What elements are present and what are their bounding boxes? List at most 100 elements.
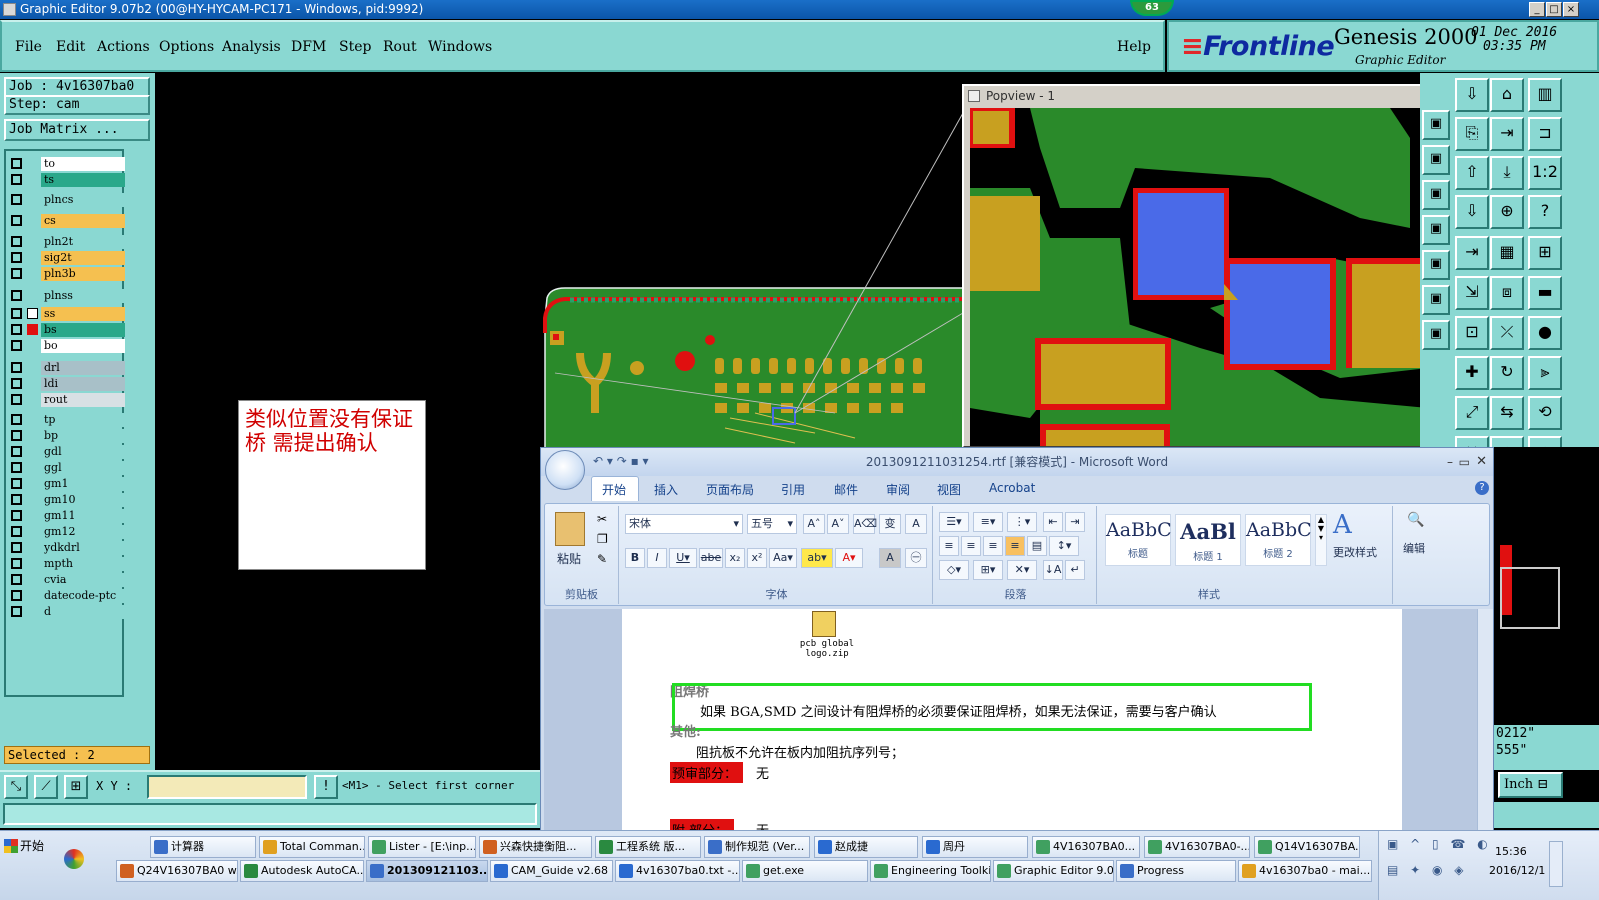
layer-checkbox[interactable] [11, 236, 22, 247]
font-name-select[interactable]: 宋体 ▾ [625, 514, 743, 534]
ribbon-tab-4[interactable]: 邮件 [834, 481, 858, 498]
ribbon-tab-1[interactable]: 插入 [654, 481, 678, 498]
affected-arrow-icon[interactable] [27, 308, 38, 319]
layer-row-plncs[interactable]: plncs [9, 193, 125, 207]
tool-button-icon[interactable]: ? [1528, 195, 1562, 229]
char-shading-icon[interactable]: A [879, 548, 901, 568]
tool-button-icon[interactable]: ⇆ [1490, 396, 1524, 430]
taskbar-item[interactable]: Graphic Editor 9.0... [993, 860, 1114, 882]
measure-icon[interactable]: ⟋ [34, 775, 58, 799]
phonetic-icon[interactable]: 变 [879, 514, 901, 534]
layer-name[interactable]: sig2t [41, 251, 125, 265]
superscript-icon[interactable]: x² [747, 548, 767, 568]
tool-button-icon[interactable]: ⌂ [1490, 78, 1524, 112]
tool-button-icon[interactable]: ⟲ [1528, 396, 1562, 430]
layer-checkbox[interactable] [11, 215, 22, 226]
change-styles-label[interactable]: 更改样式 [1333, 544, 1377, 560]
minimize-icon[interactable]: – [1447, 448, 1453, 476]
change-styles-icon[interactable]: A [1333, 510, 1352, 540]
borders-icon[interactable]: ⊞▾ [973, 560, 1003, 580]
taskbar-item[interactable]: 赵成捷 [814, 836, 918, 858]
shrink-font-icon[interactable]: A˅ [827, 514, 849, 534]
menu-analysis[interactable]: Analysis [222, 39, 281, 55]
taskbar-item[interactable]: 4v16307ba0 - mai... [1238, 860, 1372, 882]
show-marks-icon[interactable]: ↵ [1065, 560, 1085, 580]
layer-name[interactable]: bo [41, 339, 125, 353]
layer-checkbox[interactable] [11, 268, 22, 279]
taskbar-item[interactable]: Lister - [E:\inp... [368, 836, 476, 858]
layer-checkbox[interactable] [11, 558, 22, 569]
taskbar-item[interactable]: Q24V16307BA0 w... [116, 860, 238, 882]
layer-checkbox[interactable] [11, 478, 22, 489]
layer-name[interactable]: ggl [41, 461, 125, 475]
layer-row-pln3b[interactable]: pln3b [9, 267, 125, 281]
layer-checkbox[interactable] [11, 158, 22, 169]
menu-dfm[interactable]: DFM [291, 39, 326, 55]
layer-checkbox[interactable] [11, 340, 22, 351]
layer-row-to[interactable]: to [9, 157, 125, 171]
layer-row-bs[interactable]: bs [9, 323, 125, 337]
clock-time[interactable]: 15:36 [1495, 845, 1527, 858]
clock-date[interactable]: 2016/12/1 [1489, 864, 1545, 877]
ribbon-tab-0[interactable]: 开始 [602, 481, 626, 498]
char-border-icon[interactable]: A [905, 514, 927, 534]
copy-icon[interactable]: ❐ [597, 532, 608, 546]
tool-button-icon[interactable]: ⇩ [1455, 78, 1489, 112]
layer-name[interactable]: rout [41, 393, 125, 407]
tool-button-icon[interactable]: ⤫ [1490, 316, 1524, 350]
taskbar-item[interactable]: 计算器 [150, 836, 256, 858]
word-window[interactable]: 2013091211031254.rtf [兼容模式] - Microsoft … [540, 447, 1494, 833]
ribbon-tab-3[interactable]: 引用 [781, 481, 805, 498]
start-button[interactable]: 开始 [2, 835, 58, 857]
layer-checkbox[interactable] [11, 590, 22, 601]
menu-step[interactable]: Step [339, 39, 371, 55]
chinese-layout-icon[interactable]: ✕▾ [1007, 560, 1037, 580]
view-tool-icon[interactable]: ▣ [1422, 215, 1450, 245]
tray-icons-2[interactable]: ▤ ✦ ◉ ◈ [1387, 863, 1468, 877]
layer-name[interactable]: plncs [41, 193, 125, 207]
zip-file-icon[interactable] [812, 611, 836, 637]
layer-row-gm12[interactable]: gm12 [9, 525, 125, 539]
layer-checkbox[interactable] [11, 378, 22, 389]
layer-name[interactable]: bs [41, 323, 125, 337]
align-center-icon[interactable]: ≡ [961, 536, 981, 556]
layer-name[interactable]: to [41, 157, 125, 171]
ribbon-tab-5[interactable]: 审阅 [886, 481, 910, 498]
job-matrix-button[interactable]: Job Matrix ... [4, 119, 150, 141]
menu-edit[interactable]: Edit [56, 39, 85, 55]
styles-scroll[interactable]: ▲ ▼ ▾ [1315, 514, 1327, 566]
layer-row-bo[interactable]: bo [9, 339, 125, 353]
zoom-box-icon[interactable]: ⤡ [4, 775, 28, 799]
tool-button-icon[interactable]: ▬ [1528, 276, 1562, 310]
quicklaunch-icon[interactable] [64, 849, 84, 869]
view-tool-icon[interactable]: ▣ [1422, 250, 1450, 280]
layer-row-ggl[interactable]: ggl [9, 461, 125, 475]
bullets-icon[interactable]: ☰▾ [939, 512, 969, 532]
xy-input[interactable] [147, 775, 307, 799]
maximize-button[interactable]: □ [1546, 2, 1562, 17]
editing-label[interactable]: 编辑 [1403, 540, 1425, 556]
taskbar-item[interactable]: CAM_Guide v2.68 [490, 860, 613, 882]
layer-checkbox[interactable] [11, 414, 22, 425]
layer-name[interactable]: datecode-ptc [41, 589, 125, 603]
tool-button-icon[interactable]: ✚ [1455, 356, 1489, 390]
layer-checkbox[interactable] [11, 526, 22, 537]
layer-name[interactable]: gm10 [41, 493, 125, 507]
tray-icons[interactable]: ▣ ^ ▯ ☎ ◐ [1387, 837, 1492, 851]
line-spacing-icon[interactable]: ↕▾ [1049, 536, 1079, 556]
layer-row-gm11[interactable]: gm11 [9, 509, 125, 523]
paste-label[interactable]: 粘贴 [557, 550, 581, 567]
layer-row-datecode-ptc[interactable]: datecode-ptc [9, 589, 125, 603]
font-color-icon[interactable]: A▾ [835, 548, 863, 568]
taskbar-item[interactable]: 制作规范 (Ver... [704, 836, 810, 858]
increase-indent-icon[interactable]: ⇥ [1065, 512, 1085, 532]
tool-button-icon[interactable]: ● [1528, 316, 1562, 350]
layer-checkbox[interactable] [11, 362, 22, 373]
layer-checkbox[interactable] [11, 430, 22, 441]
taskbar-item[interactable]: 201309121103... [366, 860, 488, 882]
tool-button-icon[interactable]: ⫸ [1528, 356, 1562, 390]
grid-icon[interactable]: ⊞ [64, 775, 88, 799]
attachment-label[interactable]: pcb global logo.zip [792, 639, 862, 659]
tool-button-icon[interactable]: ⎘ [1455, 117, 1489, 151]
layer-checkbox[interactable] [11, 308, 22, 319]
